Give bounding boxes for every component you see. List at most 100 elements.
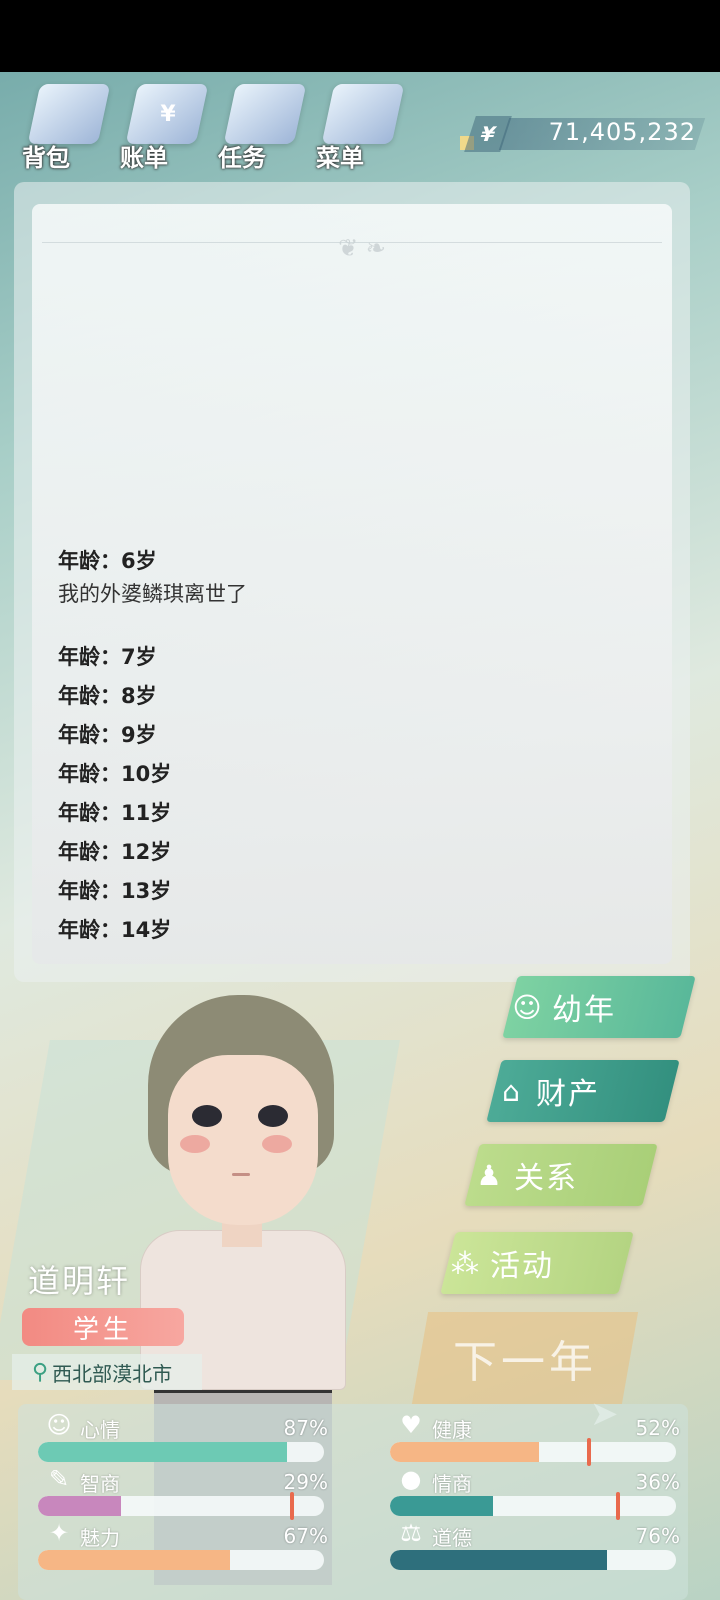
stat-name: 魅力 <box>80 1526 120 1550</box>
stat-value: 36% <box>635 1470 680 1494</box>
stat-value: 87% <box>283 1416 328 1440</box>
bag-icon <box>27 84 111 144</box>
ornament-icon: ❦ ❧ <box>338 234 386 262</box>
stat-2: ✎ 智商 29% <box>38 1464 328 1520</box>
stat-fill <box>38 1442 287 1462</box>
stat-fill <box>38 1496 121 1516</box>
sparkle-icon: ✦ <box>48 1519 70 1547</box>
stat-fill <box>390 1550 608 1570</box>
bubbles-icon: ⁂ <box>451 1246 479 1280</box>
youth-button[interactable]: ☺ 幼年 <box>502 976 696 1038</box>
log-age: 年龄：9岁 <box>58 723 157 747</box>
youth-label: 幼年 <box>552 993 616 1028</box>
activities-button[interactable]: ⁂ 活动 <box>440 1232 634 1294</box>
location-pin-icon: ⚲ <box>32 1359 49 1385</box>
stat-track <box>38 1550 324 1570</box>
avatar-mouth <box>232 1173 250 1176</box>
menu-label: 菜单 <box>316 144 364 172</box>
avatar-cheek <box>262 1135 292 1153</box>
stat-0: ☺ 心情 87% <box>38 1410 328 1462</box>
status-bar <box>0 0 720 72</box>
bill-glyph: ¥ <box>160 101 176 127</box>
role-badge: 学生 <box>22 1308 184 1346</box>
relations-button[interactable]: ♟ 关系 <box>464 1144 658 1206</box>
stat-track <box>38 1442 324 1462</box>
log-age: 年龄：8岁 <box>58 684 157 708</box>
stat-4: ✦ 魅力 67% <box>38 1518 328 1570</box>
backpack-button[interactable]: 背包 <box>20 80 111 175</box>
log-entry: 年龄：14岁 <box>58 913 658 948</box>
stat-3: ● 情商 36% <box>390 1464 680 1520</box>
divider <box>42 242 662 243</box>
money-display: ¥ 71,405,232 <box>460 116 706 152</box>
log-age: 年龄：12岁 <box>58 840 172 864</box>
bill-label: 账单 <box>120 144 168 172</box>
stat-fill <box>390 1442 539 1462</box>
log-event: 我的外婆鳞琪离世了 <box>58 582 247 606</box>
log-entry: 年龄：8岁 <box>58 679 658 714</box>
stat-name: 心情 <box>80 1418 120 1442</box>
stat-track <box>390 1442 676 1462</box>
stat-value: 76% <box>635 1524 680 1548</box>
people-icon: ♟ <box>476 1158 502 1192</box>
stat-fill <box>38 1550 230 1570</box>
log-entry: 年龄：7岁 <box>58 640 658 675</box>
log-age: 年龄：13岁 <box>58 879 172 903</box>
task-label: 任务 <box>218 144 266 172</box>
log-entry: 年龄：6岁我的外婆鳞琪离世了 <box>58 544 658 614</box>
log-age: 年龄：7岁 <box>58 645 157 669</box>
bill-button[interactable]: ¥ 账单 <box>118 80 209 175</box>
stat-5: ⚖ 道德 76% <box>390 1518 680 1570</box>
log-entry: 年龄：10岁 <box>58 757 658 792</box>
task-icon <box>223 84 307 144</box>
stat-track <box>390 1496 676 1516</box>
log-entry: 年龄：9岁 <box>58 718 658 753</box>
stat-value: 29% <box>283 1470 328 1494</box>
stat-marker <box>587 1438 592 1466</box>
menu-button[interactable]: 菜单 <box>314 80 405 175</box>
log-age: 年龄：11岁 <box>58 801 172 825</box>
stat-track <box>38 1496 324 1516</box>
stat-value: 67% <box>283 1524 328 1548</box>
activities-label: 活动 <box>490 1249 554 1284</box>
assets-label: 财产 <box>536 1077 600 1112</box>
smile-icon: ☺ <box>46 1411 72 1439</box>
baby-icon: ☺ <box>512 990 542 1024</box>
heart-icon: ♥ <box>400 1411 422 1439</box>
stat-name: 情商 <box>432 1472 472 1496</box>
backpack-label: 背包 <box>22 144 70 172</box>
bulb-icon: ✎ <box>48 1465 70 1493</box>
life-log-panel: ❦ ❧ 年龄：6岁 我的外婆鳞琪离世了 年龄：7岁 年龄：8岁 年龄：9岁 年龄：10岁年… <box>14 182 690 982</box>
next-year-label: 下一年 <box>453 1337 597 1388</box>
stat-name: 智商 <box>80 1472 120 1496</box>
top-toolbar: 背包 ¥ 账单 任务 菜单 <box>20 80 440 175</box>
log-age: 年龄：10岁 <box>58 762 172 786</box>
apple-icon: ● <box>400 1465 422 1493</box>
log-age: 年龄：6岁 <box>58 549 157 573</box>
assets-button[interactable]: ⌂ 财产 <box>486 1060 680 1122</box>
stat-value: 52% <box>635 1416 680 1440</box>
stat-name: 健康 <box>432 1418 472 1442</box>
avatar-cheek <box>180 1135 210 1153</box>
stat-fill <box>390 1496 493 1516</box>
task-button[interactable]: 任务 <box>216 80 307 175</box>
money-amount: 71,405,232 <box>548 118 696 146</box>
stats-panel: ☺ 心情 87% ♥ 健康 52% ✎ 智商 29% ● 情商 36% ✦ 魅力 67% ⚖ 道德 76% <box>18 1404 688 1600</box>
stat-1: ♥ 健康 52% <box>390 1410 680 1466</box>
avatar-eye <box>192 1105 222 1127</box>
log-age: 年龄：14岁 <box>58 918 172 942</box>
stat-name: 道德 <box>432 1526 472 1550</box>
relations-label: 关系 <box>514 1161 578 1196</box>
avatar-eye <box>258 1105 288 1127</box>
next-year-button[interactable]: 下一年 <box>411 1312 639 1404</box>
menu-icon <box>321 84 405 144</box>
life-log-scroll[interactable]: ❦ ❧ 年龄：6岁 我的外婆鳞琪离世了 年龄：7岁 年龄：8岁 年龄：9岁 年龄：10岁年… <box>32 204 672 964</box>
stat-marker <box>289 1492 294 1520</box>
log-entry: 年龄：12岁 <box>58 835 658 870</box>
scale-icon: ⚖ <box>400 1519 422 1547</box>
house-icon: ⌂ <box>502 1074 520 1108</box>
log-entry: 年龄：11岁 <box>58 796 658 831</box>
location-tag: ⚲ 西北部漠北市 <box>12 1354 202 1390</box>
stat-marker <box>615 1492 620 1520</box>
log-entry: 年龄：13岁 <box>58 874 658 909</box>
